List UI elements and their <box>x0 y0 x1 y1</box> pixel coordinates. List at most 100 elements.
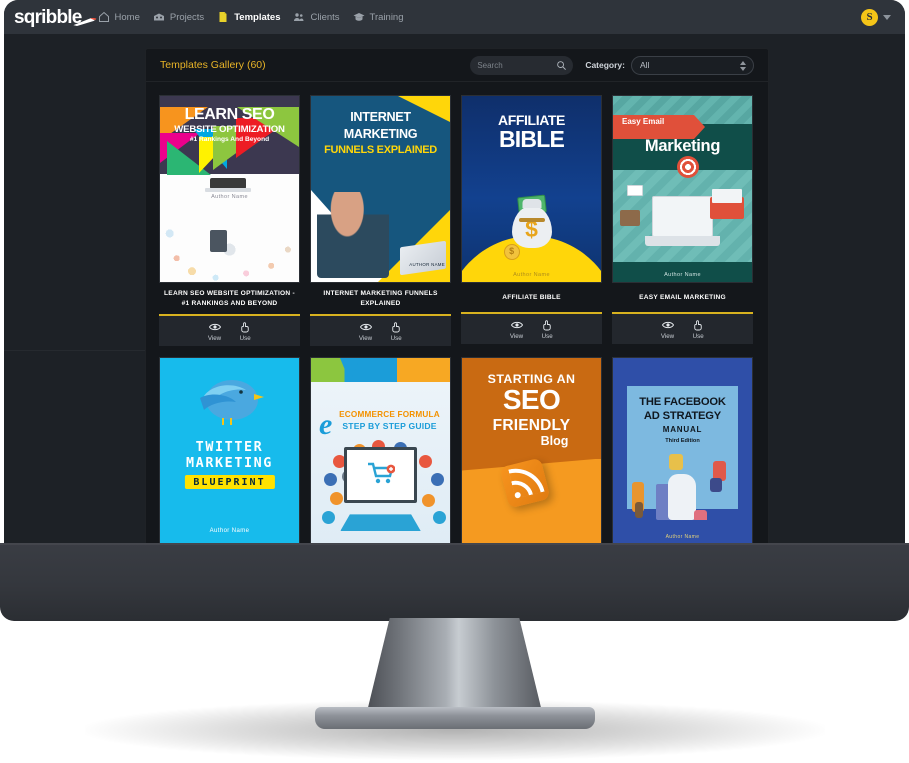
cover-art <box>613 358 752 544</box>
eye-icon <box>510 321 523 328</box>
account-menu[interactable]: S <box>861 8 891 26</box>
view-label: View <box>509 332 524 340</box>
cover-line-2: Marketing <box>644 137 721 155</box>
template-card[interactable]: e ECOMMERCE FORMULA STEP BY STEP GUIDE E… <box>310 357 451 544</box>
template-title: LEARN SEO WEBSITE OPTIMIZATION - #1 RANK… <box>159 283 300 315</box>
monitor-bezel-bottom <box>0 543 909 621</box>
template-card[interactable]: TWITTER MARKETING BLUEPRINT Author Name … <box>159 357 300 544</box>
eye-icon <box>208 323 221 330</box>
nav-items: Home Projects Templates Clients Training <box>98 11 404 23</box>
cover-art <box>311 358 450 544</box>
nav-item-projects[interactable]: Projects <box>153 11 204 23</box>
cover-line-1: LEARN SEO <box>184 106 275 123</box>
card-actions: View Use <box>612 312 753 344</box>
eye-icon <box>661 321 674 328</box>
cover-author: Author Name <box>211 194 248 201</box>
thumbs-up-icon <box>656 468 697 520</box>
category-label: Category: <box>585 60 625 70</box>
search-input[interactable] <box>477 60 560 70</box>
cover-author: AUTHOR NAME <box>409 262 445 267</box>
view-label: View <box>358 334 373 342</box>
nav-item-home[interactable]: Home <box>98 11 140 23</box>
cover-ribbon: Easy Email <box>613 114 705 139</box>
template-card[interactable]: AFFILIATE BIBLE Author Name AFFILIATE BI… <box>461 95 602 347</box>
category-selected-value: All <box>640 60 650 70</box>
chevron-down-icon <box>883 14 891 20</box>
cover-line-2: MARKETING <box>343 127 418 141</box>
pointing-hand-icon <box>543 319 551 330</box>
template-title: EASY EMAIL MARKETING <box>612 283 753 312</box>
view-button[interactable]: View <box>208 321 221 342</box>
view-button[interactable]: View <box>359 321 372 342</box>
screenshot-stage: sqribble Home Projects Templates Clients… <box>0 0 909 763</box>
template-card[interactable]: INTERNET MARKETING FUNNELS EXPLAINED AUT… <box>310 95 451 347</box>
cover-line-4: Blog <box>540 434 569 449</box>
training-graduation-cap-icon <box>353 13 365 21</box>
template-cover[interactable]: Easy Email Marketing Author Name <box>612 95 753 283</box>
templates-document-icon <box>219 12 227 22</box>
cover-line-1: INTERNET <box>350 110 411 124</box>
view-label: View <box>660 332 675 340</box>
nav-item-clients-label: Clients <box>310 11 340 23</box>
category-select[interactable]: All <box>631 55 754 75</box>
pointing-hand-icon <box>392 321 400 333</box>
cover-author: Author Name <box>664 272 701 278</box>
nav-item-clients[interactable]: Clients <box>293 11 340 23</box>
nav-item-projects-label: Projects <box>169 11 205 23</box>
template-cover[interactable]: LEARN SEO WEBSITE OPTIMIZATION #1 Rankin… <box>159 95 300 283</box>
app-body: Templates Gallery (60) Category: All <box>4 34 905 544</box>
pointing-hand-icon <box>241 321 249 333</box>
templates-gallery-panel: Templates Gallery (60) Category: All <box>145 48 769 544</box>
template-card[interactable]: THE FACEBOOK AD STRATEGY MANUAL Third Ed… <box>612 357 753 544</box>
template-cover[interactable]: INTERNET MARKETING FUNNELS EXPLAINED AUT… <box>310 95 451 283</box>
clients-people-icon <box>294 13 304 21</box>
cover-line-3: FUNNELS EXPLAINED <box>324 144 437 156</box>
use-button[interactable]: Use <box>692 319 704 340</box>
view-label: View <box>207 334 222 342</box>
eye-icon <box>359 323 372 330</box>
projects-icon <box>153 13 164 21</box>
cover-line-2: BIBLE <box>498 126 565 152</box>
cover-line-3: #1 Rankings And Beyond <box>189 136 270 143</box>
template-cover[interactable]: TWITTER MARKETING BLUEPRINT Author Name <box>159 357 300 544</box>
search-icon[interactable] <box>556 60 567 71</box>
cover-line-4: Third Edition <box>665 438 700 445</box>
nav-item-templates-label: Templates <box>234 11 281 23</box>
cover-line-2: MARKETING <box>186 456 273 472</box>
nav-item-training[interactable]: Training <box>353 11 404 23</box>
use-label: Use <box>541 332 553 340</box>
home-icon <box>98 11 109 22</box>
nav-item-templates[interactable]: Templates <box>217 11 280 23</box>
select-stepper-icon[interactable] <box>740 60 746 71</box>
use-button[interactable]: Use <box>239 321 251 342</box>
template-cover[interactable]: THE FACEBOOK AD STRATEGY MANUAL Third Ed… <box>612 357 753 544</box>
search-box[interactable] <box>470 55 574 75</box>
sidebar-divider <box>4 350 145 351</box>
brand-logo[interactable]: sqribble <box>14 8 96 27</box>
view-button[interactable]: View <box>510 319 523 340</box>
top-navbar: sqribble Home Projects Templates Clients… <box>4 0 905 34</box>
cover-author: Author Name <box>665 534 700 541</box>
templates-grid: LEARN SEO WEBSITE OPTIMIZATION #1 Rankin… <box>146 82 768 544</box>
pointing-hand-icon <box>694 319 702 330</box>
cover-line-1: ECOMMERCE FORMULA <box>339 410 440 420</box>
cover-line-1: THE FACEBOOK <box>639 396 726 409</box>
page-title: Templates Gallery (60) <box>160 59 266 71</box>
cover-line-3: FRIENDLY <box>492 417 571 435</box>
use-button[interactable]: Use <box>541 319 553 340</box>
gallery-toolbar: Templates Gallery (60) Category: All <box>146 49 768 82</box>
use-label: Use <box>390 334 402 342</box>
template-cover[interactable]: STARTING AN SEO FRIENDLY Blog <box>461 357 602 544</box>
avatar: S <box>861 8 878 26</box>
template-card[interactable]: Easy Email Marketing Author Name EASY EM… <box>612 95 753 347</box>
monitor-stand-base <box>314 707 595 729</box>
shopping-cart-icon <box>367 463 395 484</box>
view-button[interactable]: View <box>661 319 674 340</box>
template-cover[interactable]: AFFILIATE BIBLE Author Name <box>461 95 602 283</box>
template-card[interactable]: LEARN SEO WEBSITE OPTIMIZATION #1 Rankin… <box>159 95 300 347</box>
template-cover[interactable]: e ECOMMERCE FORMULA STEP BY STEP GUIDE <box>310 357 451 544</box>
pencil-icon <box>72 17 96 26</box>
nav-item-training-label: Training <box>369 11 404 23</box>
template-card[interactable]: STARTING AN SEO FRIENDLY Blog STARTING A… <box>461 357 602 544</box>
use-button[interactable]: Use <box>390 321 402 342</box>
